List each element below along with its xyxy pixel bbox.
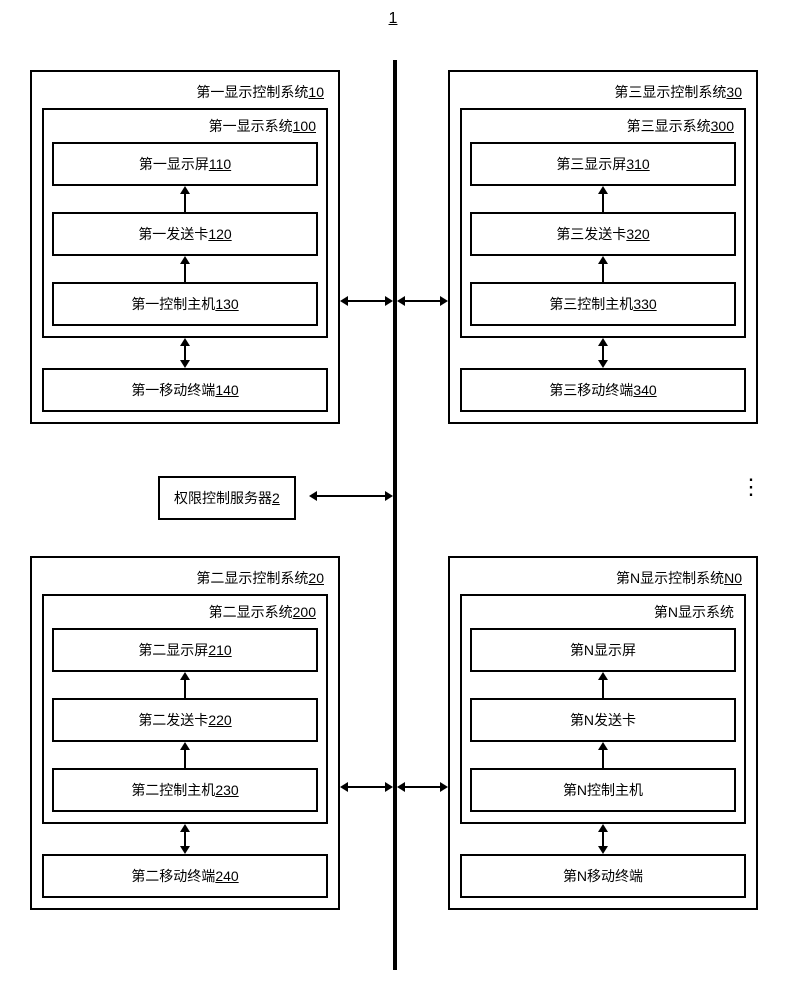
system-1-inner: 第一显示系统100 第一显示屏110 第一发送卡120 第一控制主机130	[42, 108, 328, 338]
system-1-screen-ref: 110	[209, 156, 231, 172]
diagram-page: 1 第一显示控制系统10 第一显示系统100 第一显示屏110 第一发送卡120	[0, 0, 786, 1000]
system-1-title-text: 第一显示控制系统	[196, 84, 308, 100]
system-1-inner-ref: 100	[293, 118, 316, 134]
system-1-sender-label: 第一发送卡	[138, 226, 208, 242]
system-2-host-ref: 230	[215, 782, 238, 798]
system-1-outer: 第一显示控制系统10 第一显示系统100 第一显示屏110 第一发送卡120 第…	[30, 70, 340, 424]
system-1-host-ref: 130	[215, 296, 238, 312]
system-3-inner-title: 第三显示系统300	[470, 116, 736, 142]
system-2-title-text: 第二显示控制系统	[196, 570, 308, 586]
system-1-sender-box: 第一发送卡120	[52, 212, 318, 256]
system-1-terminal-box: 第一移动终端140	[42, 368, 328, 412]
arrow-updown-icon	[42, 824, 328, 854]
system-3-screen-label: 第三显示屏	[556, 156, 626, 172]
arrow-up-icon	[52, 256, 318, 282]
arrow-up-icon	[52, 742, 318, 768]
system-1-terminal-ref: 140	[215, 382, 238, 398]
system-n-inner-title: 第N显示系统	[470, 602, 736, 628]
system-n-terminal-label: 第N移动终端	[563, 868, 643, 884]
system-2-sender-box: 第二发送卡220	[52, 698, 318, 742]
system-3-title-text: 第三显示控制系统	[614, 84, 726, 100]
server-ref: 2	[272, 490, 280, 506]
system-n-screen-box: 第N显示屏	[470, 628, 736, 672]
server-label: 权限控制服务器	[174, 490, 272, 506]
system-3-sender-box: 第三发送卡320	[470, 212, 736, 256]
arrow-up-icon	[470, 186, 736, 212]
arrow-up-icon	[470, 256, 736, 282]
system-n-inner-title-text: 第N显示系统	[654, 604, 734, 620]
system-2-host-box: 第二控制主机230	[52, 768, 318, 812]
arrow-up-icon	[52, 672, 318, 698]
system-3-host-label: 第三控制主机	[549, 296, 633, 312]
system-1-host-box: 第一控制主机130	[52, 282, 318, 326]
system-n-host-box: 第N控制主机	[470, 768, 736, 812]
system-n-terminal-box: 第N移动终端	[460, 854, 746, 898]
system-n-screen-label: 第N显示屏	[570, 642, 636, 658]
system-n-sender-box: 第N发送卡	[470, 698, 736, 742]
system-3-title: 第三显示控制系统30	[460, 80, 746, 108]
system-2-screen-label: 第二显示屏	[138, 642, 208, 658]
system-3-host-ref: 330	[633, 296, 656, 312]
arrow-up-icon	[52, 186, 318, 212]
system-1-terminal-label: 第一移动终端	[131, 382, 215, 398]
arrow-leftright-icon	[309, 489, 393, 503]
system-3-title-ref: 30	[726, 84, 742, 100]
arrow-updown-icon	[460, 338, 746, 368]
server-box: 权限控制服务器2	[158, 476, 296, 520]
system-1-inner-title: 第一显示系统100	[52, 116, 318, 142]
system-1-screen-box: 第一显示屏110	[52, 142, 318, 186]
system-1-title-ref: 10	[308, 84, 324, 100]
system-n-title-ref: N0	[724, 570, 742, 586]
system-2-host-label: 第二控制主机	[131, 782, 215, 798]
system-2-inner-ref: 200	[293, 604, 316, 620]
system-2-inner-title-text: 第二显示系统	[209, 604, 293, 620]
system-3-terminal-label: 第三移动终端	[549, 382, 633, 398]
arrow-updown-icon	[42, 338, 328, 368]
system-n-host-label: 第N控制主机	[563, 782, 643, 798]
figure-label: 1	[389, 10, 398, 28]
system-3-screen-ref: 310	[626, 156, 649, 172]
system-2-screen-ref: 210	[208, 642, 231, 658]
arrow-leftright-icon	[340, 294, 393, 308]
system-3-inner-title-text: 第三显示系统	[627, 118, 711, 134]
system-2-inner-title: 第二显示系统200	[52, 602, 318, 628]
system-3-sender-ref: 320	[626, 226, 649, 242]
arrow-up-icon	[470, 742, 736, 768]
system-n-outer: 第N显示控制系统N0 第N显示系统 第N显示屏 第N发送卡 第N控制主机	[448, 556, 758, 910]
arrow-up-icon	[470, 672, 736, 698]
vertical-bus-line	[393, 60, 397, 970]
vertical-ellipsis-icon: ⋮	[740, 482, 762, 492]
system-3-inner-ref: 300	[711, 118, 734, 134]
system-2-inner: 第二显示系统200 第二显示屏210 第二发送卡220 第二控制主机230	[42, 594, 328, 824]
system-2-terminal-ref: 240	[215, 868, 238, 884]
system-2-sender-ref: 220	[208, 712, 231, 728]
arrow-leftright-icon	[340, 780, 393, 794]
arrow-updown-icon	[460, 824, 746, 854]
system-2-sender-label: 第二发送卡	[138, 712, 208, 728]
system-2-terminal-box: 第二移动终端240	[42, 854, 328, 898]
arrow-leftright-icon	[397, 294, 448, 308]
system-n-sender-label: 第N发送卡	[570, 712, 636, 728]
system-1-inner-title-text: 第一显示系统	[209, 118, 293, 134]
system-3-inner: 第三显示系统300 第三显示屏310 第三发送卡320 第三控制主机330	[460, 108, 746, 338]
system-2-title-ref: 20	[308, 570, 324, 586]
system-1-sender-ref: 120	[208, 226, 231, 242]
system-1-screen-label: 第一显示屏	[139, 156, 209, 172]
system-2-terminal-label: 第二移动终端	[131, 868, 215, 884]
system-3-outer: 第三显示控制系统30 第三显示系统300 第三显示屏310 第三发送卡320 第…	[448, 70, 758, 424]
system-2-title: 第二显示控制系统20	[42, 566, 328, 594]
system-3-host-box: 第三控制主机330	[470, 282, 736, 326]
system-2-outer: 第二显示控制系统20 第二显示系统200 第二显示屏210 第二发送卡220 第…	[30, 556, 340, 910]
system-3-terminal-ref: 340	[633, 382, 656, 398]
system-3-screen-box: 第三显示屏310	[470, 142, 736, 186]
system-n-inner: 第N显示系统 第N显示屏 第N发送卡 第N控制主机	[460, 594, 746, 824]
system-2-screen-box: 第二显示屏210	[52, 628, 318, 672]
system-1-title: 第一显示控制系统10	[42, 80, 328, 108]
system-3-sender-label: 第三发送卡	[556, 226, 626, 242]
system-n-title: 第N显示控制系统N0	[460, 566, 746, 594]
system-3-terminal-box: 第三移动终端340	[460, 368, 746, 412]
arrow-leftright-icon	[397, 780, 448, 794]
system-n-title-text: 第N显示控制系统	[616, 570, 724, 586]
system-1-host-label: 第一控制主机	[131, 296, 215, 312]
